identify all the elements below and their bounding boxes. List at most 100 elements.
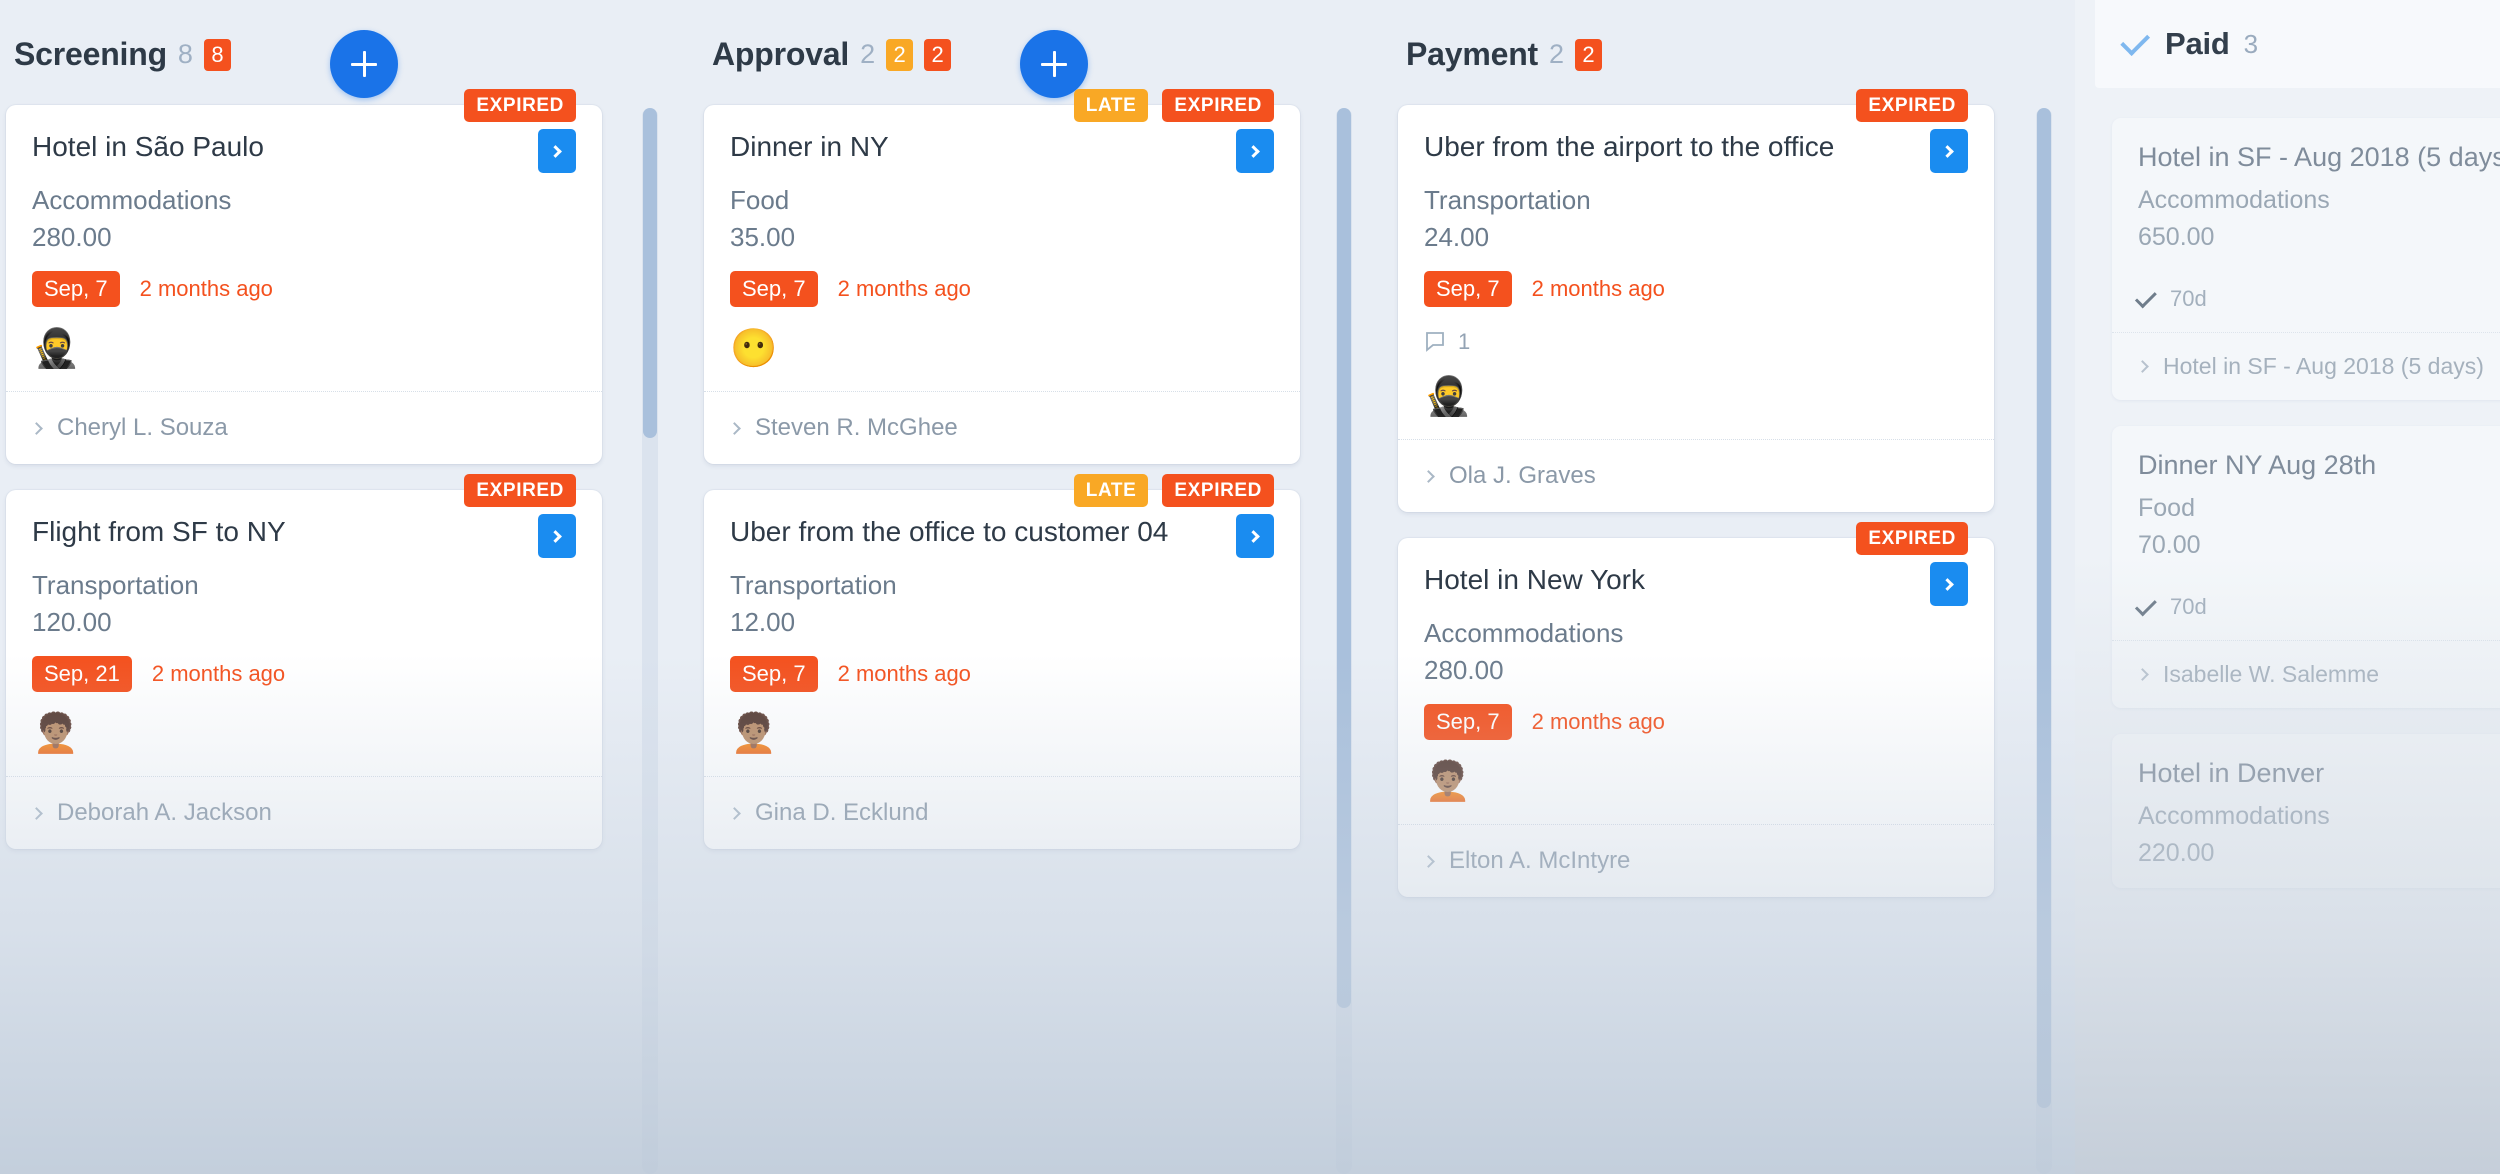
card-avatars: 🥷 — [32, 325, 576, 373]
paid-duration-value: 70d — [2170, 594, 2207, 620]
add-card-button[interactable] — [1020, 30, 1088, 98]
comment-count[interactable]: 1 — [1424, 329, 1968, 355]
paid-card-footer[interactable]: Hotel in SF - Aug 2018 (5 days) — [2112, 332, 2500, 400]
card-title-row: Hotel in New York — [1424, 562, 1968, 607]
status-flag-expired: EXPIRED — [1856, 522, 1968, 556]
card-title: Hotel in São Paulo — [32, 131, 264, 162]
card[interactable]: LATE EXPIRED Uber from the office to custo… — [704, 474, 1300, 850]
scrollbar-thumb[interactable] — [2037, 108, 2051, 1108]
paid-card[interactable]: Hotel in Denver Accommodations 220.00 — [2112, 734, 2500, 889]
card-amount: 120.00 — [32, 606, 112, 637]
paid-card-title: Hotel in Denver — [2138, 758, 2325, 789]
advance-card-button[interactable] — [1236, 129, 1274, 173]
scrollbar-thumb[interactable] — [1337, 108, 1351, 1008]
advance-card-button[interactable] — [1930, 129, 1968, 173]
relative-time: 2 months ago — [837, 276, 971, 302]
card-footer[interactable]: Ola J. Graves — [1398, 439, 1994, 512]
status-flag-late: LATE — [1073, 89, 1149, 122]
paid-card-category: Food — [2138, 494, 2195, 523]
card[interactable]: EXPIRED Flight from SF to NY Transportatio… — [6, 474, 602, 850]
column-scrollbar[interactable] — [642, 108, 658, 1174]
paid-card-category: Accommodations — [2138, 186, 2330, 215]
card-amount: 35.00 — [730, 221, 796, 252]
chevron-right-icon — [1941, 144, 1954, 158]
column-count: 2 — [860, 39, 876, 69]
paid-card-list: Hotel in SF - Aug 2018 (5 days) Accommoda… — [2112, 118, 2500, 914]
advance-card-button[interactable] — [1236, 514, 1274, 559]
card-body: Uber from the office to customer 04 Trans… — [704, 490, 1300, 776]
relative-time: 2 months ago — [1531, 709, 1665, 735]
card-category: Transportation — [32, 570, 199, 601]
card-footer-name: Cheryl L. Souza — [57, 414, 228, 442]
scrollbar-thumb[interactable] — [643, 108, 657, 438]
add-card-button[interactable] — [330, 30, 398, 98]
card-body: Flight from SF to NY Transportation 120.00… — [6, 490, 602, 776]
card-list: EXPIRED Hotel in São Paulo Accommodations 2… — [6, 89, 602, 875]
card-list: EXPIRED Uber from the airport to the offi… — [1398, 89, 1994, 923]
card-amount: 280.00 — [32, 221, 112, 252]
paid-column-header: Paid 3 — [2095, 0, 2500, 88]
card-title: Hotel in New York — [1424, 564, 1646, 596]
card-body: Dinner in NY Food 35.00 Sep, 7 2 months ago 😶 — [704, 105, 1300, 391]
card-date-row: Sep, 7 2 months ago — [730, 271, 1274, 308]
paid-column-title: Paid — [2165, 26, 2230, 61]
due-date-badge: Sep, 21 — [32, 656, 132, 693]
card-footer[interactable]: Elton A. McIntyre — [1398, 824, 1994, 897]
card-category: Transportation — [730, 570, 897, 601]
advance-card-button[interactable] — [538, 514, 576, 559]
card-footer-name: Gina D. Ecklund — [755, 799, 929, 827]
card-category: Transportation — [1424, 185, 1591, 215]
column-title: Approval — [712, 36, 850, 72]
card-footer[interactable]: Steven R. McGhee — [704, 391, 1300, 464]
advance-card-button[interactable] — [1930, 562, 1968, 607]
chevron-right-icon — [2136, 668, 2149, 681]
card-amount: 280.00 — [1424, 654, 1504, 685]
advance-card-button[interactable] — [538, 129, 576, 173]
card-title: Uber from the airport to the office — [1424, 131, 1835, 162]
card-amount: 12.00 — [730, 606, 796, 637]
paid-card-amount: 70.00 — [2138, 531, 2201, 560]
card-footer[interactable]: Gina D. Ecklund — [704, 776, 1300, 849]
card-category: Food — [730, 185, 790, 215]
plus-icon — [1052, 51, 1056, 77]
relative-time: 2 months ago — [151, 661, 286, 687]
column-scrollbar[interactable] — [1336, 108, 1352, 1174]
column-count: 2 — [1549, 39, 1565, 69]
paid-column-count: 3 — [2243, 28, 2259, 59]
card-footer-name: Deborah A. Jackson — [57, 799, 272, 827]
due-date-badge: Sep, 7 — [1424, 271, 1512, 308]
card-date-row: Sep, 7 2 months ago — [730, 656, 1274, 693]
card-title: Uber from the office to customer 04 — [730, 516, 1169, 548]
card-title-row: Uber from the office to customer 04 — [730, 514, 1274, 559]
paid-card-body: Hotel in Denver Accommodations 220.00 — [2112, 734, 2500, 888]
card-date-row: Sep, 7 2 months ago — [1424, 271, 1968, 308]
card-title-row: Hotel in São Paulo — [32, 129, 576, 173]
card-avatars: 😶 — [730, 325, 1274, 373]
card-avatars: 🧑🏽‍🦱 — [32, 710, 576, 758]
chevron-right-icon — [1422, 469, 1435, 483]
column-scrollbar[interactable] — [2036, 108, 2052, 1174]
status-flag-expired: EXPIRED — [1162, 474, 1274, 508]
card-category: Accommodations — [1424, 618, 1624, 649]
card[interactable]: LATE EXPIRED Dinner in NY Food 35.00 Sep, 7 2 … — [704, 89, 1300, 465]
card-footer[interactable]: Deborah A. Jackson — [6, 776, 602, 849]
card[interactable]: EXPIRED Hotel in São Paulo Accommodations 2… — [6, 89, 602, 465]
card-footer-name: Steven R. McGhee — [755, 414, 958, 442]
card-date-row: Sep, 21 2 months ago — [32, 656, 576, 693]
paid-card[interactable]: Hotel in SF - Aug 2018 (5 days) Accommoda… — [2112, 118, 2500, 401]
card-avatars: 🥷 — [1424, 373, 1968, 421]
card-amount: 24.00 — [1424, 221, 1490, 252]
card-footer[interactable]: Cheryl L. Souza — [6, 391, 602, 464]
card[interactable]: EXPIRED Uber from the airport to the offi… — [1398, 89, 1994, 513]
paid-card-footer[interactable]: Isabelle W. Salemme — [2112, 640, 2500, 708]
paid-card-category: Accommodations — [2138, 802, 2330, 831]
chevron-right-icon — [2136, 360, 2149, 373]
card-footer-name: Elton A. McIntyre — [1449, 847, 1631, 875]
check-icon — [2120, 26, 2151, 57]
card[interactable]: EXPIRED Hotel in New York Accommodations 28… — [1398, 522, 1994, 898]
paid-card[interactable]: Dinner NY Aug 28th Food 70.00 70d Isabelle W… — [2112, 426, 2500, 709]
check-icon — [2134, 594, 2157, 616]
column-header: Screening 8 8 — [14, 36, 231, 73]
paid-duration: 70d — [2134, 594, 2500, 620]
avatar: 🥷 — [32, 328, 80, 371]
